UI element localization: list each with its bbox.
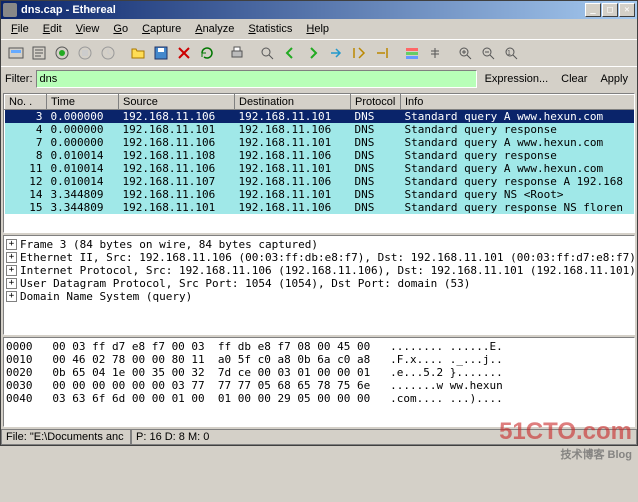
minimize-button[interactable]: _ [585,3,601,17]
status-file: File: "E:\Documents anc [1,430,131,445]
tree-label: Frame 3 (84 bytes on wire, 84 bytes capt… [20,238,318,251]
packet-row[interactable]: 120.010014192.168.11.107192.168.11.106DN… [5,175,636,188]
packet-list-pane[interactable]: No. .TimeSourceDestinationProtocolInfo 3… [3,93,635,233]
tree-item[interactable]: +Ethernet II, Src: 192.168.11.106 (00:03… [6,251,632,264]
reload-icon[interactable] [196,42,218,64]
expand-icon[interactable]: + [6,239,17,250]
zoom-out-icon[interactable] [477,42,499,64]
column-header[interactable]: Time [47,95,119,110]
interfaces-icon[interactable] [5,42,27,64]
zoom-in-icon[interactable] [454,42,476,64]
find-icon[interactable] [256,42,278,64]
menu-capture[interactable]: Capture [136,21,187,37]
go-forward-icon[interactable] [302,42,324,64]
go-back-icon[interactable] [279,42,301,64]
expand-icon[interactable]: + [6,252,17,263]
stop-capture-icon[interactable] [74,42,96,64]
filter-bar: Filter: Expression... Clear Apply [1,66,637,91]
menu-file[interactable]: File [5,21,35,37]
menu-bar: FileEditViewGoCaptureAnalyzeStatisticsHe… [1,19,637,39]
status-bar: File: "E:\Documents anc P: 16 D: 8 M: 0 [1,429,637,445]
packet-bytes-pane[interactable]: 0000 00 03 ff d7 e8 f7 00 03 ff db e8 f7… [3,337,635,427]
zoom-reset-icon[interactable]: 1 [500,42,522,64]
go-first-icon[interactable] [348,42,370,64]
restart-capture-icon[interactable] [97,42,119,64]
print-icon[interactable] [226,42,248,64]
go-last-icon[interactable] [371,42,393,64]
tree-item[interactable]: +User Datagram Protocol, Src Port: 1054 … [6,277,632,290]
filter-input[interactable] [36,70,477,88]
auto-scroll-icon[interactable] [424,42,446,64]
column-header[interactable]: Destination [235,95,351,110]
hex-row[interactable]: 0040 03 63 6f 6d 00 00 01 00 01 00 00 29… [6,392,632,405]
tree-label: Ethernet II, Src: 192.168.11.106 (00:03:… [20,251,635,264]
packet-row[interactable]: 80.010014192.168.11.108192.168.11.106DNS… [5,149,636,162]
packet-row[interactable]: 40.000000192.168.11.101192.168.11.106DNS… [5,123,636,136]
open-icon[interactable] [127,42,149,64]
column-header[interactable]: Protocol [351,95,401,110]
app-icon [3,3,17,17]
packet-row[interactable]: 143.344809192.168.11.106192.168.11.101DN… [5,188,636,201]
expression-button[interactable]: Expression... [480,70,554,88]
clear-button[interactable]: Clear [556,70,592,88]
packet-row[interactable]: 153.344809192.168.11.101192.168.11.106DN… [5,201,636,214]
menu-analyze[interactable]: Analyze [189,21,240,37]
packet-row[interactable]: 110.010014192.168.11.106192.168.11.101DN… [5,162,636,175]
menu-view[interactable]: View [70,21,106,37]
colorize-icon[interactable] [401,42,423,64]
apply-button[interactable]: Apply [595,70,633,88]
hex-row[interactable]: 0010 00 46 02 78 00 00 80 11 a0 5f c0 a8… [6,353,632,366]
tree-label: Internet Protocol, Src: 192.168.11.106 (… [20,264,635,277]
menu-help[interactable]: Help [300,21,335,37]
packet-row[interactable]: 70.000000192.168.11.106192.168.11.101DNS… [5,136,636,149]
tree-label: User Datagram Protocol, Src Port: 1054 (… [20,277,470,290]
go-to-icon[interactable] [325,42,347,64]
column-header[interactable]: Info [401,95,636,110]
tree-label: Domain Name System (query) [20,290,192,303]
status-packets: P: 16 D: 8 M: 0 [131,430,637,445]
close-button[interactable]: ✕ [619,3,635,17]
start-capture-icon[interactable] [51,42,73,64]
hex-row[interactable]: 0020 0b 65 04 1e 00 35 00 32 7d ce 00 03… [6,366,632,379]
title-bar: dns.cap - Ethereal _ □ ✕ [1,1,637,19]
menu-edit[interactable]: Edit [37,21,68,37]
packet-row[interactable]: 30.000000192.168.11.106192.168.11.101DNS… [5,110,636,124]
expand-icon[interactable]: + [6,265,17,276]
expand-icon[interactable]: + [6,291,17,302]
toolbar: 1 [1,39,637,66]
tree-item[interactable]: +Domain Name System (query) [6,290,632,303]
hex-row[interactable]: 0000 00 03 ff d7 e8 f7 00 03 ff db e8 f7… [6,340,632,353]
menu-statistics[interactable]: Statistics [242,21,298,37]
column-header[interactable]: Source [119,95,235,110]
filter-label: Filter: [5,73,33,85]
hex-row[interactable]: 0030 00 00 00 00 00 00 03 77 77 77 05 68… [6,379,632,392]
maximize-button[interactable]: □ [602,3,618,17]
window-title: dns.cap - Ethereal [21,4,116,16]
packet-details-pane[interactable]: +Frame 3 (84 bytes on wire, 84 bytes cap… [3,235,635,335]
tree-item[interactable]: +Internet Protocol, Src: 192.168.11.106 … [6,264,632,277]
column-header[interactable]: No. . [5,95,47,110]
close-file-icon[interactable] [173,42,195,64]
svg-text:1: 1 [507,50,511,57]
menu-go[interactable]: Go [107,21,134,37]
tree-item[interactable]: +Frame 3 (84 bytes on wire, 84 bytes cap… [6,238,632,251]
options-icon[interactable] [28,42,50,64]
expand-icon[interactable]: + [6,278,17,289]
save-icon[interactable] [150,42,172,64]
